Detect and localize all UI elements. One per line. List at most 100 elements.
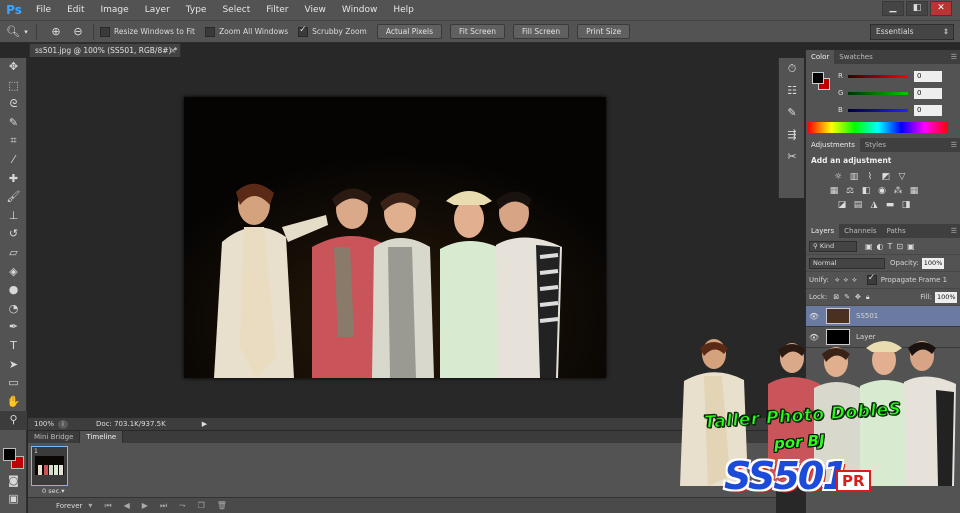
play-icon[interactable]: ▶ bbox=[142, 501, 148, 510]
restore-button[interactable]: ◧ bbox=[906, 1, 928, 16]
eraser-tool-icon[interactable]: ▱ bbox=[0, 244, 27, 263]
color-balance-icon[interactable]: ⚖ bbox=[844, 186, 856, 197]
photo-filter-icon[interactable]: ◉ bbox=[876, 186, 888, 197]
status-info-icon[interactable]: i bbox=[58, 419, 68, 429]
green-slider[interactable] bbox=[848, 91, 908, 95]
exposure-icon[interactable]: ◩ bbox=[880, 172, 892, 183]
menu-filter[interactable]: Filter bbox=[258, 0, 296, 20]
kind-filter-select[interactable]: ⚲ Kind bbox=[809, 240, 857, 252]
history-brush-icon[interactable]: ↺ bbox=[0, 225, 27, 244]
tab-paths[interactable]: Paths bbox=[882, 224, 911, 238]
pen-tool-icon[interactable]: ✒ bbox=[0, 318, 27, 337]
paint-bucket-icon[interactable]: ◈ bbox=[0, 263, 27, 282]
tab-channels[interactable]: Channels bbox=[839, 224, 881, 238]
resize-windows-checkbox[interactable]: Resize Windows to Fit bbox=[100, 26, 195, 37]
chevron-down-icon[interactable]: ▾ bbox=[22, 24, 30, 40]
clone-stamp-icon[interactable]: ⊥ bbox=[0, 207, 27, 226]
tab-mini-bridge[interactable]: Mini Bridge bbox=[28, 431, 81, 443]
foreground-color-swatch[interactable] bbox=[812, 72, 824, 84]
gradient-map-icon[interactable]: ▬ bbox=[884, 200, 896, 211]
zoom-in-icon[interactable]: ⊕ bbox=[47, 24, 65, 40]
red-value[interactable]: 0 bbox=[914, 70, 942, 82]
lock-icons[interactable]: ⊠✎✥🔒︎ bbox=[833, 293, 874, 302]
scrubby-zoom-checkbox[interactable]: Scrubby Zoom bbox=[298, 25, 367, 37]
hand-tool-icon[interactable]: ✋ bbox=[0, 393, 27, 412]
duplicate-frame-icon[interactable]: ❐ bbox=[198, 501, 205, 510]
threshold-icon[interactable]: ◮ bbox=[868, 200, 880, 211]
quick-mask-icon[interactable]: ◙ bbox=[0, 472, 27, 491]
blend-mode-select[interactable]: Normal bbox=[809, 257, 885, 269]
levels-icon[interactable]: ▥ bbox=[848, 172, 860, 183]
panel-menu-icon[interactable]: ☰ bbox=[951, 50, 960, 64]
workspace-select[interactable]: Essentials ⇕ bbox=[870, 24, 954, 40]
hue-saturation-icon[interactable]: ▦ bbox=[828, 186, 840, 197]
arrow-right-icon[interactable]: ▶ bbox=[202, 420, 207, 428]
channel-mixer-icon[interactable]: ⁂ bbox=[892, 186, 904, 197]
lasso-tool-icon[interactable]: ᘓ bbox=[0, 95, 27, 114]
unify-icons[interactable]: ⟡⟡⟡ bbox=[835, 276, 861, 285]
fill-field[interactable]: 100% bbox=[935, 291, 957, 303]
close-icon[interactable]: × bbox=[170, 44, 176, 57]
trash-icon[interactable]: 🗑︎ bbox=[217, 501, 227, 510]
black-white-icon[interactable]: ◧ bbox=[860, 186, 872, 197]
tool-presets-icon[interactable]: ✂ bbox=[779, 146, 805, 168]
marquee-tool-icon[interactable]: ⬚ bbox=[0, 77, 27, 96]
minimize-button[interactable]: ▁ bbox=[882, 1, 904, 16]
blur-tool-icon[interactable]: ● bbox=[0, 281, 27, 300]
crop-tool-icon[interactable]: ⌗ bbox=[0, 132, 27, 151]
tab-timeline[interactable]: Timeline bbox=[80, 431, 124, 443]
color-lookup-icon[interactable]: ▦ bbox=[908, 186, 920, 197]
checkbox-checked-icon[interactable] bbox=[866, 273, 877, 285]
properties-icon[interactable]: ☷ bbox=[779, 80, 805, 102]
menu-layer[interactable]: Layer bbox=[137, 0, 178, 20]
path-select-icon[interactable]: ➤ bbox=[0, 356, 27, 375]
prev-frame-icon[interactable]: ◀ bbox=[124, 501, 130, 510]
tab-swatches[interactable]: Swatches bbox=[834, 50, 877, 64]
tab-color[interactable]: Color bbox=[806, 50, 835, 64]
blue-slider[interactable] bbox=[848, 108, 908, 112]
zoom-tool-icon[interactable]: ⚲ bbox=[0, 411, 27, 430]
frame-delay-select[interactable]: 0 sec.▾ bbox=[42, 487, 65, 495]
selective-color-icon[interactable]: ◨ bbox=[900, 200, 912, 211]
zoom-tool-icon[interactable]: 🔍︎ bbox=[4, 24, 22, 40]
document-canvas[interactable] bbox=[184, 97, 606, 378]
zoom-level-field[interactable]: 100% bbox=[28, 420, 58, 428]
vibrance-icon[interactable]: ▽ bbox=[896, 172, 908, 183]
invert-icon[interactable]: ◪ bbox=[836, 200, 848, 211]
loop-select[interactable]: Forever bbox=[56, 502, 82, 510]
posterize-icon[interactable]: ▤ bbox=[852, 200, 864, 211]
move-tool-icon[interactable]: ✥ bbox=[0, 58, 27, 77]
tab-layers[interactable]: Layers bbox=[806, 224, 840, 238]
menu-type[interactable]: Type bbox=[178, 0, 215, 20]
panel-menu-icon[interactable]: ☰ bbox=[951, 224, 960, 238]
animation-frame[interactable]: 1 bbox=[31, 446, 68, 486]
brush-panel-icon[interactable]: ✎ bbox=[779, 102, 805, 124]
tab-adjustments[interactable]: Adjustments bbox=[806, 138, 860, 152]
opacity-field[interactable]: 100% bbox=[921, 257, 944, 269]
actual-pixels-button[interactable]: Actual Pixels bbox=[376, 24, 442, 39]
red-slider[interactable] bbox=[848, 74, 908, 78]
green-value[interactable]: 0 bbox=[914, 87, 942, 99]
first-frame-icon[interactable]: ⏮ bbox=[104, 501, 111, 511]
fit-screen-button[interactable]: Fit Screen bbox=[449, 24, 505, 39]
next-frame-icon[interactable]: ⏭ bbox=[160, 501, 167, 511]
print-size-button[interactable]: Print Size bbox=[577, 24, 631, 39]
menu-image[interactable]: Image bbox=[93, 0, 137, 20]
document-tab[interactable]: ss501.jpg @ 100% (SS501, RGB/8#) * × bbox=[29, 43, 181, 57]
shape-tool-icon[interactable]: ▭ bbox=[0, 374, 27, 393]
zoom-out-icon[interactable]: ⊖ bbox=[69, 24, 87, 40]
curves-icon[interactable]: ⌇ bbox=[864, 172, 876, 183]
tab-styles[interactable]: Styles bbox=[860, 138, 891, 152]
zoom-all-windows-checkbox[interactable]: Zoom All Windows bbox=[204, 26, 288, 37]
chevron-down-icon[interactable]: ▾ bbox=[88, 501, 92, 510]
color-spectrum[interactable] bbox=[808, 122, 948, 133]
brush-tool-icon[interactable]: 🖌︎ bbox=[0, 188, 27, 207]
color-swatches[interactable] bbox=[3, 448, 25, 472]
tween-icon[interactable]: ⤳ bbox=[179, 501, 185, 511]
dodge-tool-icon[interactable]: ◔ bbox=[0, 300, 27, 319]
filter-icons[interactable]: ▣◐T⊡▣ bbox=[865, 242, 919, 251]
quick-select-tool-icon[interactable]: ✎ bbox=[0, 114, 27, 133]
panel-menu-icon[interactable]: ☰ bbox=[951, 138, 960, 152]
healing-brush-icon[interactable]: ✚ bbox=[0, 170, 27, 189]
layer-row[interactable]: 👁︎ SS501 bbox=[806, 306, 960, 327]
